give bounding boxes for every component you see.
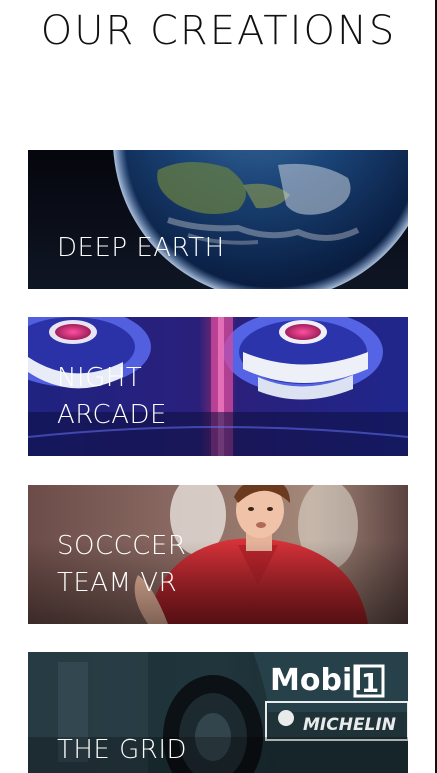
creation-card-label: NIGHT ARCADE	[57, 363, 167, 430]
svg-text:1: 1	[361, 669, 379, 699]
svg-text:MICHELIN: MICHELIN	[303, 715, 396, 735]
creation-card-night-arcade[interactable]: NIGHT ARCADE	[28, 317, 408, 456]
creation-card-soccer-team-vr[interactable]: SOCCCER TEAM VR	[28, 485, 408, 624]
creation-card-deep-earth[interactable]: DEEP EARTH	[28, 150, 408, 289]
mobil-decal: Mobil 1	[270, 663, 385, 699]
page-title: OUR CREATIONS	[40, 8, 397, 54]
svg-text:Mobil: Mobil	[270, 663, 363, 698]
creation-card-the-grid[interactable]: Mobil 1 MICHELIN THE GRID	[28, 652, 408, 773]
creation-card-label: THE GRID	[57, 735, 188, 765]
creation-card-label: DEEP EARTH	[57, 233, 225, 263]
earth-from-space-image	[28, 150, 408, 289]
creation-card-label: SOCCCER TEAM VR	[57, 531, 187, 598]
